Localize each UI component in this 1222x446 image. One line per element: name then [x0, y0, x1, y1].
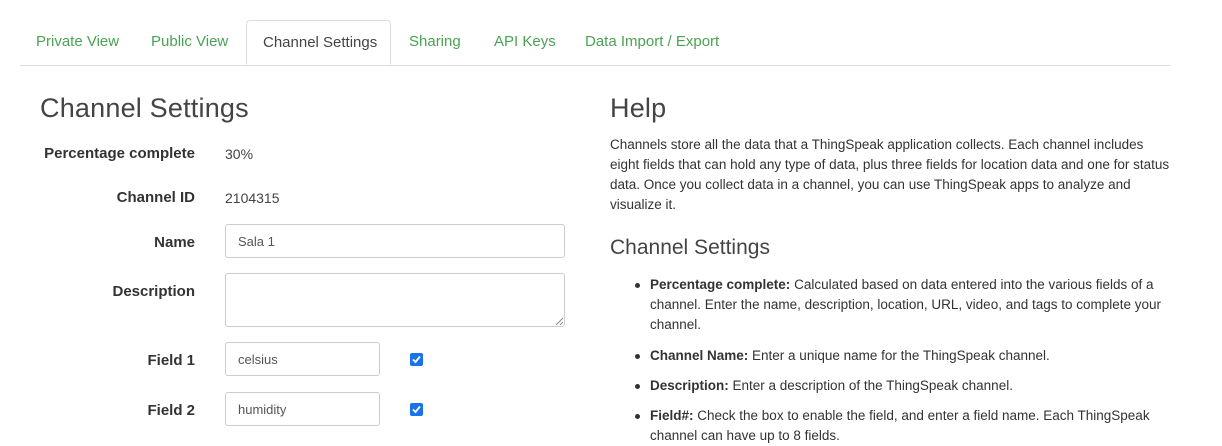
field2-label: Field 2	[147, 402, 195, 419]
tab-api-keys[interactable]: API Keys	[478, 20, 572, 64]
description-textarea[interactable]	[225, 273, 565, 327]
checkmark-icon	[412, 405, 421, 414]
bullet-icon	[635, 354, 640, 359]
tab-public-view[interactable]: Public View	[135, 20, 244, 64]
help-term: Field#:	[650, 408, 694, 423]
help-term: Channel Name:	[650, 348, 749, 363]
checkmark-icon	[412, 355, 421, 364]
field1-enable-checkbox[interactable]	[410, 353, 423, 366]
percentage-complete-value: 30%	[225, 146, 254, 162]
description-field	[225, 273, 565, 327]
name-input[interactable]	[225, 224, 565, 258]
help-intro: Channels store all the data that a Thing…	[610, 137, 1170, 212]
tab-data-import-export[interactable]: Data Import / Export	[569, 20, 735, 64]
bullet-icon	[635, 414, 640, 419]
bullet-icon	[635, 384, 640, 389]
channel-tabs: Private View Public View Channel Setting…	[20, 20, 1170, 66]
help-text: Enter a unique name for the ThingSpeak c…	[748, 348, 1050, 363]
channel-id-value: 2104315	[225, 190, 280, 206]
field1-input[interactable]	[225, 342, 380, 376]
page-title: Channel Settings	[40, 93, 249, 123]
tab-sharing[interactable]: Sharing	[393, 20, 477, 64]
description-label: Description	[112, 283, 195, 300]
help-text: Enter a description of the ThingSpeak ch…	[728, 378, 1013, 393]
name-label: Name	[154, 234, 195, 251]
help-term: Description:	[650, 378, 729, 393]
tab-private-view[interactable]: Private View	[20, 20, 135, 64]
resize-grip-icon[interactable]	[555, 317, 563, 325]
help-term: Percentage complete:	[650, 277, 791, 292]
help-text: Check the box to enable the field, and e…	[650, 408, 1150, 443]
bullet-icon	[635, 283, 640, 288]
tab-channel-settings[interactable]: Channel Settings	[246, 20, 391, 65]
help-title: Help	[610, 93, 667, 123]
channel-id-label: Channel ID	[116, 189, 195, 206]
help-subtitle: Channel Settings	[610, 236, 770, 259]
field2-input[interactable]	[225, 392, 380, 426]
field2-enable-checkbox[interactable]	[410, 403, 423, 416]
percentage-complete-label: Percentage complete	[44, 145, 195, 162]
field1-label: Field 1	[147, 352, 195, 369]
